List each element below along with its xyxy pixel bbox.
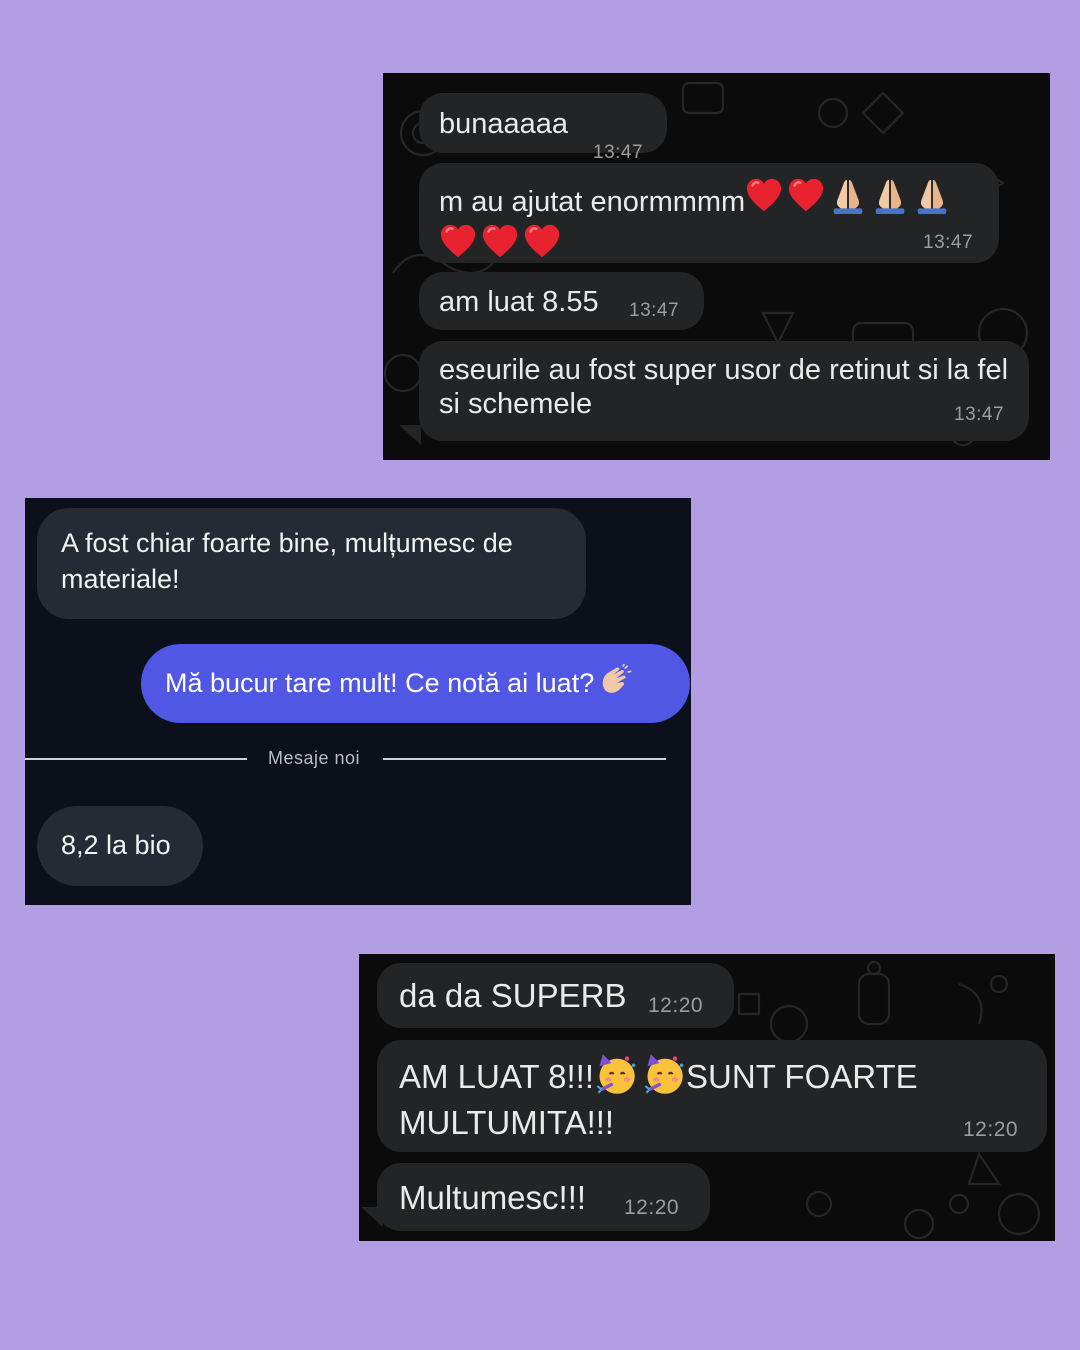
- red-heart-icon: [523, 223, 561, 261]
- message-text: AM LUAT 8!!!: [399, 1058, 595, 1095]
- message-text: 8,2 la bio: [61, 830, 171, 860]
- message-bubble[interactable]: m au ajutat enormmmm 13:47: [419, 163, 999, 263]
- bubble-tail: [399, 425, 421, 445]
- divider-left: [25, 758, 247, 760]
- message-timestamp: 13:47: [954, 404, 1005, 425]
- new-messages-divider-label: Mesaje noi: [268, 748, 361, 768]
- chat-screenshot-1: bunaaaaa 13:47 m au ajutat enormmmm 13:4…: [383, 73, 1050, 460]
- chat-screenshot-3: da da SUPERB 12:20 AM LUAT 8!!! SUNT FOAR…: [359, 954, 1055, 1241]
- message-bubble[interactable]: da da SUPERB 12:20: [377, 963, 734, 1028]
- message-text: Mă bucur tare mult! Ce notă ai luat?: [165, 668, 595, 698]
- red-heart-icon: [787, 177, 825, 215]
- message-text: A fost chiar foarte bine, mulțumesc de m…: [61, 528, 513, 594]
- message-text: eseurile au fost super usor de retinut s…: [439, 354, 1009, 420]
- red-heart-icon: [439, 223, 477, 261]
- message-timestamp: 13:47: [593, 142, 644, 163]
- message-timestamp: 12:20: [963, 1118, 1019, 1141]
- clapping-hands-icon: [597, 664, 633, 700]
- red-heart-icon: [745, 177, 783, 215]
- message-timestamp: 12:20: [624, 1196, 680, 1219]
- message-bubble[interactable]: AM LUAT 8!!! SUNT FOARTE MULTUMITA!!! 12:…: [377, 1040, 1047, 1152]
- red-heart-icon: [481, 223, 519, 261]
- incoming-message-bubble[interactable]: 8,2 la bio: [37, 806, 203, 886]
- message-bubble[interactable]: Multumesc!!! 12:20: [377, 1163, 710, 1231]
- folded-hands-icon: [871, 177, 909, 215]
- folded-hands-icon: [913, 177, 951, 215]
- folded-hands-icon: [829, 177, 867, 215]
- partying-face-icon: [642, 1052, 686, 1096]
- message-text: m au ajutat enormmmm: [439, 186, 746, 218]
- outgoing-message-bubble[interactable]: Mă bucur tare mult! Ce notă ai luat?: [141, 644, 690, 723]
- incoming-message-bubble[interactable]: A fost chiar foarte bine, mulțumesc de m…: [37, 508, 586, 619]
- message-timestamp: 13:47: [629, 300, 680, 321]
- partying-face-icon: [594, 1052, 638, 1096]
- message-timestamp: 13:47: [923, 232, 974, 253]
- message-text: bunaaaaa: [439, 108, 569, 140]
- message-text: SUNT FOARTE: [686, 1058, 918, 1095]
- chat-screenshot-2: A fost chiar foarte bine, mulțumesc de m…: [25, 498, 691, 905]
- message-timestamp: 12:20: [648, 994, 704, 1017]
- message-text: MULTUMITA!!!: [399, 1104, 615, 1141]
- message-bubble[interactable]: bunaaaaa 13:47: [419, 93, 667, 163]
- message-bubble[interactable]: am luat 8.55 13:47: [419, 272, 704, 330]
- divider-right: [383, 758, 666, 760]
- message-bubble[interactable]: eseurile au fost super usor de retinut s…: [419, 341, 1029, 441]
